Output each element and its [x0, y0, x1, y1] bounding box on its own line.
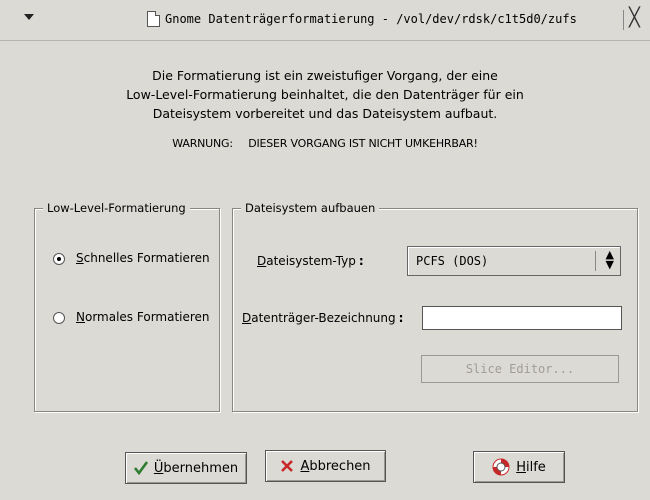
- radio-normal-format[interactable]: [53, 312, 65, 324]
- radio-quick-format[interactable]: [53, 253, 65, 265]
- lifebuoy-icon: [492, 458, 510, 476]
- filesystem-type-select[interactable]: PCFS (DOS) ▲ ▼: [407, 246, 621, 276]
- radio-quick-format-label[interactable]: Schnelles Formatieren: [76, 251, 210, 265]
- document-icon: [147, 11, 160, 27]
- window-title: Gnome Datenträgerformatierung - /vol/dev…: [165, 12, 577, 26]
- x-icon: [280, 459, 294, 473]
- cancel-button-label: Abbrechen: [300, 458, 371, 474]
- window-menu-icon[interactable]: [24, 14, 34, 20]
- warning-label: WARNUNG:: [172, 137, 233, 150]
- low-level-frame: Low-Level-Formatierung Schnelles Formati…: [34, 201, 220, 412]
- checkmark-icon: [133, 461, 148, 475]
- filesystem-legend: Dateisystem aufbauen: [241, 201, 380, 215]
- warning-text: WARNUNG: DIESER VORGANG IST NICHT UMKEHR…: [0, 137, 650, 150]
- intro-line-3: Dateisystem vorbereitet und das Dateisys…: [152, 106, 498, 121]
- apply-button-label: Übernehmen: [153, 460, 239, 476]
- volume-label-input[interactable]: [422, 306, 622, 330]
- up-down-arrows-icon: ▲ ▼: [605, 248, 614, 271]
- slice-editor-button[interactable]: Slice Editor...: [421, 355, 619, 383]
- title-separator: [623, 10, 624, 30]
- title-bar: Gnome Datenträgerformatierung - /vol/dev…: [0, 0, 650, 41]
- close-icon[interactable]: ╳: [629, 9, 640, 27]
- low-level-legend: Low-Level-Formatierung: [43, 201, 190, 215]
- help-button[interactable]: Hilfe: [473, 451, 565, 483]
- intro-text: Die Formatierung ist ein zweistufiger Vo…: [0, 66, 650, 123]
- cancel-button[interactable]: Abbrechen: [265, 450, 386, 482]
- intro-line-1: Die Formatierung ist ein zweistufiger Vo…: [152, 68, 498, 83]
- help-button-label: Hilfe: [516, 459, 546, 475]
- warning-message: DIESER VORGANG IST NICHT UMKEHRBAR!: [248, 137, 478, 150]
- intro-line-2: Low-Level-Formatierung beinhaltet, die d…: [126, 87, 524, 102]
- apply-button[interactable]: Übernehmen: [125, 452, 247, 484]
- radio-normal-format-label[interactable]: Normales Formatieren: [76, 310, 210, 324]
- volume-label-label: Datenträger-Bezeichnung:: [242, 311, 404, 325]
- select-divider: [595, 251, 596, 271]
- filesystem-type-label: Dateisystem-Typ:: [257, 254, 364, 268]
- filesystem-type-value: PCFS (DOS): [416, 254, 489, 268]
